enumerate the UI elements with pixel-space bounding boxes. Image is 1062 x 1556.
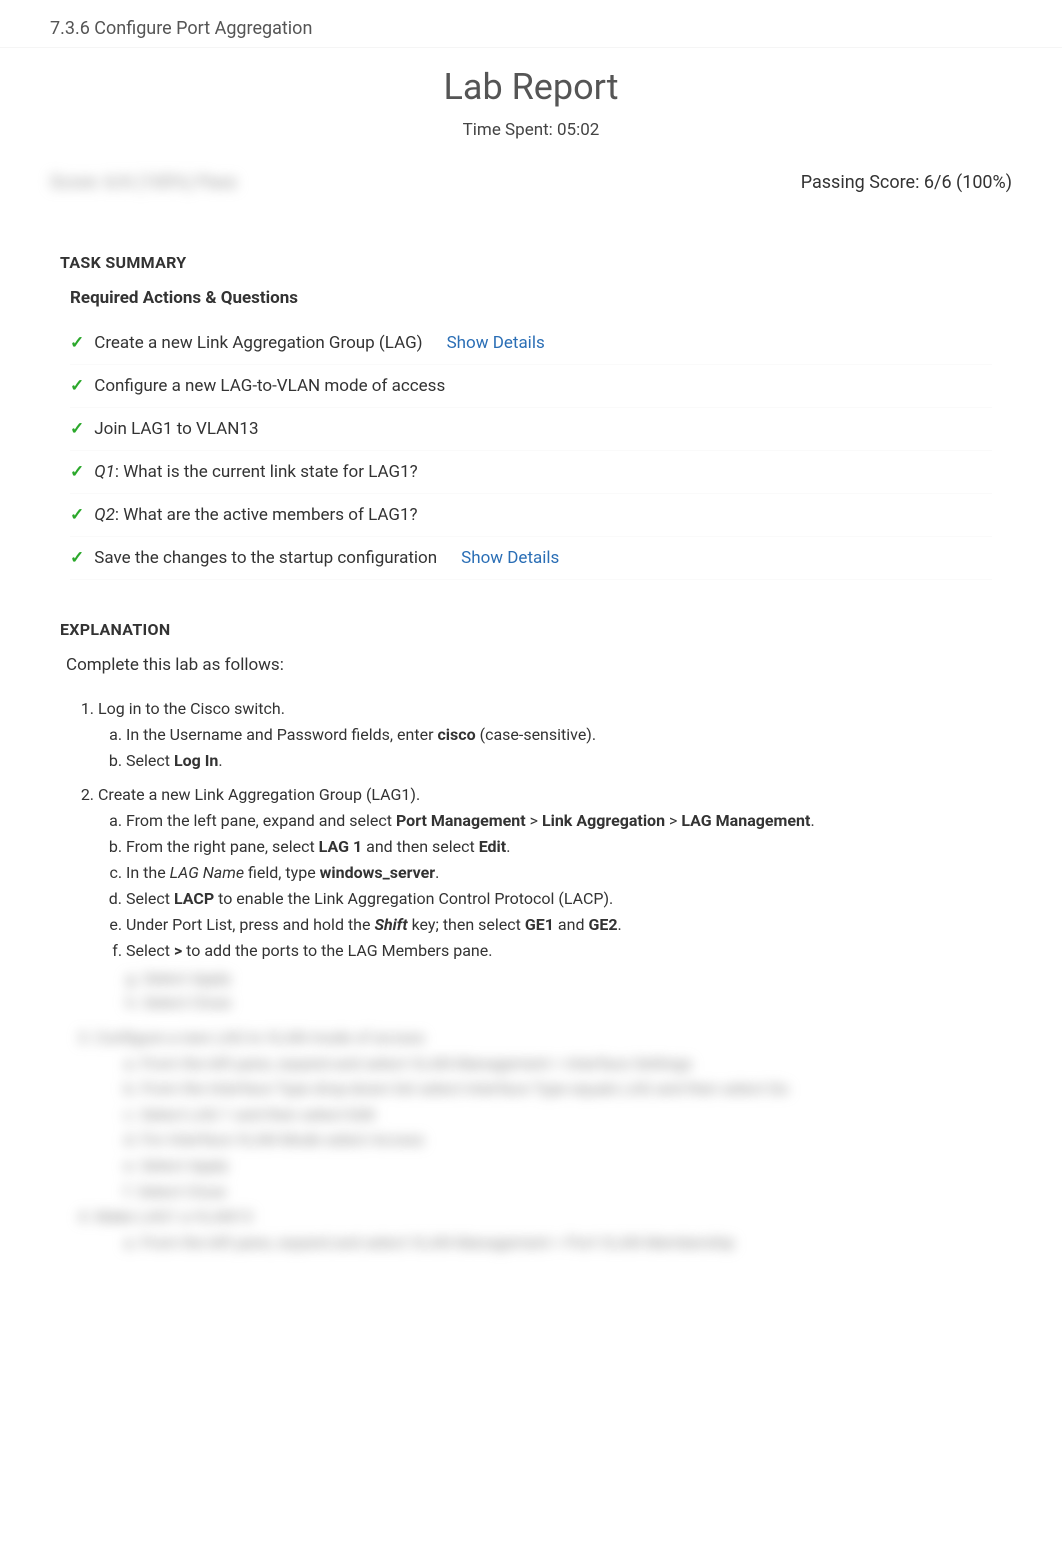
- score-row: Score: 6/6 (100%) Pass Passing Score: 6/…: [0, 172, 1062, 193]
- step-item: Create a new Link Aggregation Group (LAG…: [98, 783, 1002, 1015]
- sub-item: Under Port List, press and hold the Shif…: [126, 913, 1002, 937]
- sub-item: In the Username and Password fields, ent…: [126, 723, 1002, 747]
- passing-score: Passing Score: 6/6 (100%): [801, 172, 1012, 193]
- explanation-intro: Complete this lab as follows:: [66, 655, 996, 675]
- report-title: Lab Report: [0, 66, 1062, 108]
- sub-list: From the left pane, expand and select Po…: [98, 809, 1002, 963]
- explanation-heading: EXPLANATION: [60, 620, 1002, 639]
- check-icon: ✓: [70, 376, 84, 396]
- sub-item: Select > to add the ports to the LAG Mem…: [126, 939, 1002, 963]
- task-text: Join LAG1 to VLAN13: [94, 419, 258, 439]
- check-icon: ✓: [70, 333, 84, 353]
- score-obscured: Score: 6/6 (100%) Pass: [50, 172, 237, 193]
- time-spent: Time Spent: 05:02: [0, 120, 1062, 140]
- task-item: ✓ Q2: What are the active members of LAG…: [70, 494, 992, 537]
- blurred-content: g. Select Apply h. Select Close: [98, 967, 1002, 1015]
- sub-item: In the LAG Name field, type windows_serv…: [126, 861, 1002, 885]
- task-text: Configure a new LAG-to-VLAN mode of acce…: [94, 376, 445, 396]
- task-text: Q1: What is the current link state for L…: [94, 462, 417, 482]
- task-text: Save the changes to the startup configur…: [94, 548, 437, 568]
- show-details-link[interactable]: Show Details: [447, 333, 545, 353]
- sub-item: Select LACP to enable the Link Aggregati…: [126, 887, 1002, 911]
- task-summary-heading: TASK SUMMARY: [0, 253, 1062, 272]
- task-text: Create a new Link Aggregation Group (LAG…: [94, 333, 422, 353]
- task-item: ✓ Save the changes to the startup config…: [70, 537, 992, 580]
- task-list: ✓ Create a new Link Aggregation Group (L…: [0, 322, 1062, 580]
- check-icon: ✓: [70, 462, 84, 482]
- sub-item: From the right pane, select LAG 1 and th…: [126, 835, 1002, 859]
- sub-list: In the Username and Password fields, ent…: [98, 723, 1002, 773]
- task-item: ✓ Join LAG1 to VLAN13: [70, 408, 992, 451]
- required-actions-heading: Required Actions & Questions: [0, 288, 1062, 308]
- show-details-link[interactable]: Show Details: [461, 548, 559, 568]
- page-header: 7.3.6 Configure Port Aggregation: [0, 0, 1062, 48]
- task-item: ✓ Q1: What is the current link state for…: [70, 451, 992, 494]
- blurred-remaining: 3. Configure a new LAG to VLAN mode of a…: [60, 1025, 1002, 1255]
- header-title: 7.3.6 Configure Port Aggregation: [50, 18, 312, 39]
- step-item: Log in to the Cisco switch. In the Usern…: [98, 697, 1002, 773]
- sub-item: From the left pane, expand and select Po…: [126, 809, 1002, 833]
- explanation-section: EXPLANATION Complete this lab as follows…: [0, 620, 1062, 1255]
- task-item: ✓ Configure a new LAG-to-VLAN mode of ac…: [70, 365, 992, 408]
- task-item: ✓ Create a new Link Aggregation Group (L…: [70, 322, 992, 365]
- check-icon: ✓: [70, 548, 84, 568]
- sub-item: Select Log In.: [126, 749, 1002, 773]
- check-icon: ✓: [70, 419, 84, 439]
- task-text: Q2: What are the active members of LAG1?: [94, 505, 417, 525]
- check-icon: ✓: [70, 505, 84, 525]
- step-list: Log in to the Cisco switch. In the Usern…: [60, 697, 1002, 1015]
